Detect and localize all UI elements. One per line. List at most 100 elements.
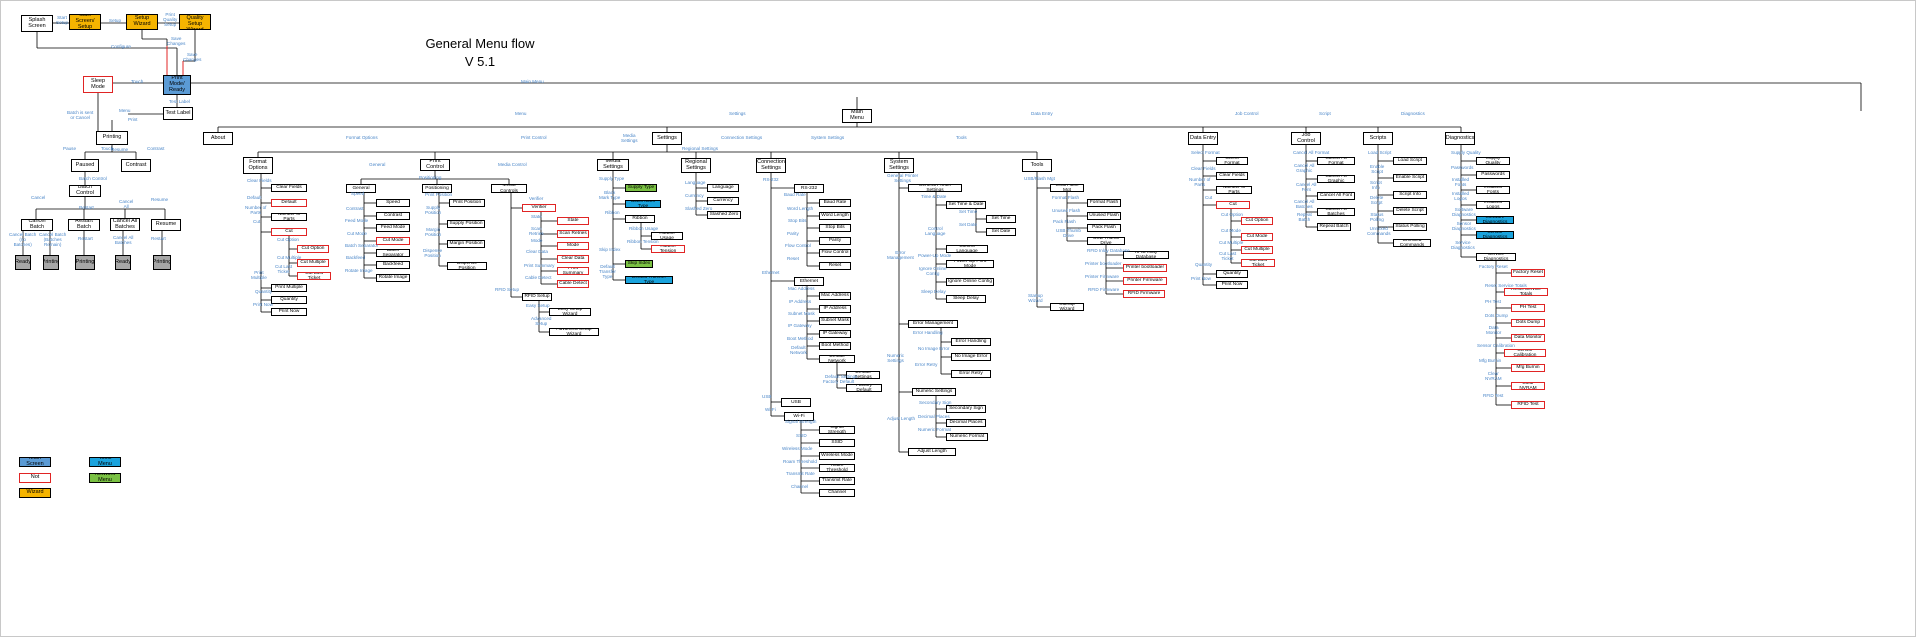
edge-label: Print Multiple	[251, 270, 267, 280]
node-ms-ribbontension: Ribbon Tension	[651, 245, 685, 253]
edge-label: RFID Firmware	[1088, 287, 1120, 292]
edge-label: Sensor Calibration	[1477, 343, 1515, 348]
node-sc-delete: Delete Script	[1393, 207, 1427, 215]
node-sy-settime: Set Time	[986, 215, 1016, 223]
node-de-nparts: Number of Parts	[1216, 186, 1252, 194]
node-sc-load: Load Script	[1393, 157, 1427, 165]
node-pc-dispense: Dispense Position	[447, 262, 487, 270]
node-lg-green: Network Menu	[89, 473, 121, 483]
edge-label: Secondary Sign	[919, 400, 952, 405]
edge-label: Adjust Length	[887, 416, 916, 421]
edge-label: Startup Wizard	[1028, 293, 1043, 303]
edge-label: Cut Option	[277, 237, 299, 242]
edge-label: Script	[1319, 111, 1331, 116]
edge-label: System Settings	[811, 135, 845, 140]
edge-label: Batch Separator	[345, 243, 379, 248]
node-dg-mfgburnin: Mfg Burnin	[1511, 364, 1545, 372]
node-ge-contrast: Contrast	[376, 212, 410, 220]
edge-label: Restart	[79, 205, 94, 210]
node-rfidsetup: RFID Setup	[522, 293, 552, 301]
node-g2: Printing	[43, 255, 59, 270]
edge-label: Time & Date	[921, 194, 947, 199]
edge-label: Margin Position	[425, 227, 442, 237]
node-about: About	[203, 132, 233, 145]
node-sy-powerup: Power-Up Print Mode	[946, 260, 994, 268]
edge-label: Default	[247, 195, 262, 200]
node-lg-red: Not	[19, 473, 51, 483]
node-jc-cancelgraphic: Cancel All Graphic	[1317, 175, 1355, 183]
edge-label: Quantity	[1195, 262, 1213, 267]
edge-label: Cancel All Font	[1296, 182, 1317, 192]
edge-label: Numeric Settings	[887, 353, 905, 363]
edge-label: Printer bootloader	[1085, 261, 1122, 266]
edge-label: Clear Data	[526, 249, 548, 254]
node-de-printnow: Print Now	[1216, 281, 1248, 289]
node-pc-marginpos: Margin Position	[447, 240, 485, 248]
edge-label: Settings	[729, 111, 746, 116]
node-tools: Tools	[1022, 159, 1052, 172]
edge-label: Ribbon Usage	[629, 226, 659, 231]
node-ms-transfer: Default Transfer Type	[625, 276, 673, 284]
node-et-factory: Factory Default	[846, 384, 882, 392]
node-cancelallb: Cancel All Batches	[110, 218, 140, 231]
edge-label: Power-Up Mode	[918, 253, 952, 258]
node-sy-timedate: Set Time & Date	[946, 201, 986, 209]
edge-label: Connection Settings	[721, 135, 763, 140]
edge-label: Pause	[63, 146, 77, 151]
node-tl-firmware: Printer Firmware	[1123, 277, 1167, 285]
edge-label: SSID	[796, 433, 807, 438]
node-et-gateway: IP Gateway	[819, 330, 851, 338]
edge-label: Setup	[109, 18, 122, 23]
node-rs-stop: Stop Bits	[819, 224, 851, 232]
edge-label: Advanced Setup	[531, 316, 552, 326]
node-diagnostics: Diagnostics	[1445, 132, 1475, 145]
edge-label: Word Length	[787, 206, 814, 211]
flow-diagram: General Menu flow V 5.1 Splash Screen Sta…	[0, 0, 1916, 637]
node-dg-logos: Installed Logos	[1476, 201, 1510, 209]
node-de-cut: Cut	[1216, 201, 1250, 209]
edge-label: Print Quality Setup	[163, 12, 178, 27]
node-dg-clearnvram: Clear NVRAM	[1511, 382, 1545, 390]
node-ge-rotate: Rotate Image	[376, 274, 410, 282]
node-nu-decimal: Decimal Places	[946, 419, 986, 427]
edge-label: Contrast	[346, 206, 364, 211]
node-tl-rfidfw: RFID Firmware	[1123, 290, 1165, 298]
node-wf-roam: Roam Threshold	[819, 464, 855, 472]
edge-label: Rotate Image	[345, 268, 373, 273]
node-scripts: Scripts	[1363, 132, 1393, 145]
node-regional: Regional Settings	[681, 158, 711, 173]
node-jc-cancelformat: Cancel All Format	[1317, 157, 1355, 165]
node-et-mac: Mac Address	[819, 292, 851, 300]
node-nu-secsign: Secondary Sign	[946, 405, 986, 413]
node-jobcontrol: Job Control	[1291, 132, 1321, 145]
diagram-title: General Menu flow V 5.1	[425, 36, 535, 69]
node-system: System Settings	[884, 158, 914, 173]
node-ge-feed: Feed Mode	[376, 224, 410, 232]
node-wf-channel: Channel	[819, 489, 855, 497]
edge-label: Print Summary	[524, 263, 555, 268]
edge-label: Cut Last Ticket	[1219, 251, 1237, 261]
edge-label: Parity	[787, 231, 799, 236]
edge-label: USB	[762, 394, 772, 399]
node-tl-startup: Startup Wizard	[1050, 303, 1084, 311]
node-lg-orange: Wizard	[19, 488, 51, 498]
edge-label: Menu	[515, 111, 527, 116]
node-adjlength: Adjust Length	[908, 448, 956, 456]
node-rf-adv: Advanced Setup Wizard	[549, 328, 599, 336]
connector-lines	[22, 22, 1862, 494]
edge-label: Test Label	[169, 99, 190, 104]
edge-label: Cancel Batch (Batches Remain)	[39, 232, 67, 247]
node-fo-printmult: Print Multiple	[271, 284, 307, 292]
node-dg-dotsdump: Dots Dump	[1511, 319, 1545, 327]
edge-label: Cancel All Graphic	[1294, 163, 1315, 173]
edge-label: Number of Parts	[245, 205, 267, 215]
node-ready: Print Mode/ Ready	[163, 75, 191, 95]
edge-label: Reset	[787, 256, 800, 261]
edge-label: Contrast	[147, 146, 165, 151]
edge-label: Load Script	[1368, 150, 1392, 155]
edge-label: Set Date	[959, 222, 977, 227]
edge-label: Delete Script	[1370, 195, 1384, 205]
node-fo-cutopt: Cut Option	[297, 245, 329, 253]
edge-label: Cut Mode	[347, 231, 367, 236]
node-vf-scan: Scan Retries	[557, 230, 589, 238]
